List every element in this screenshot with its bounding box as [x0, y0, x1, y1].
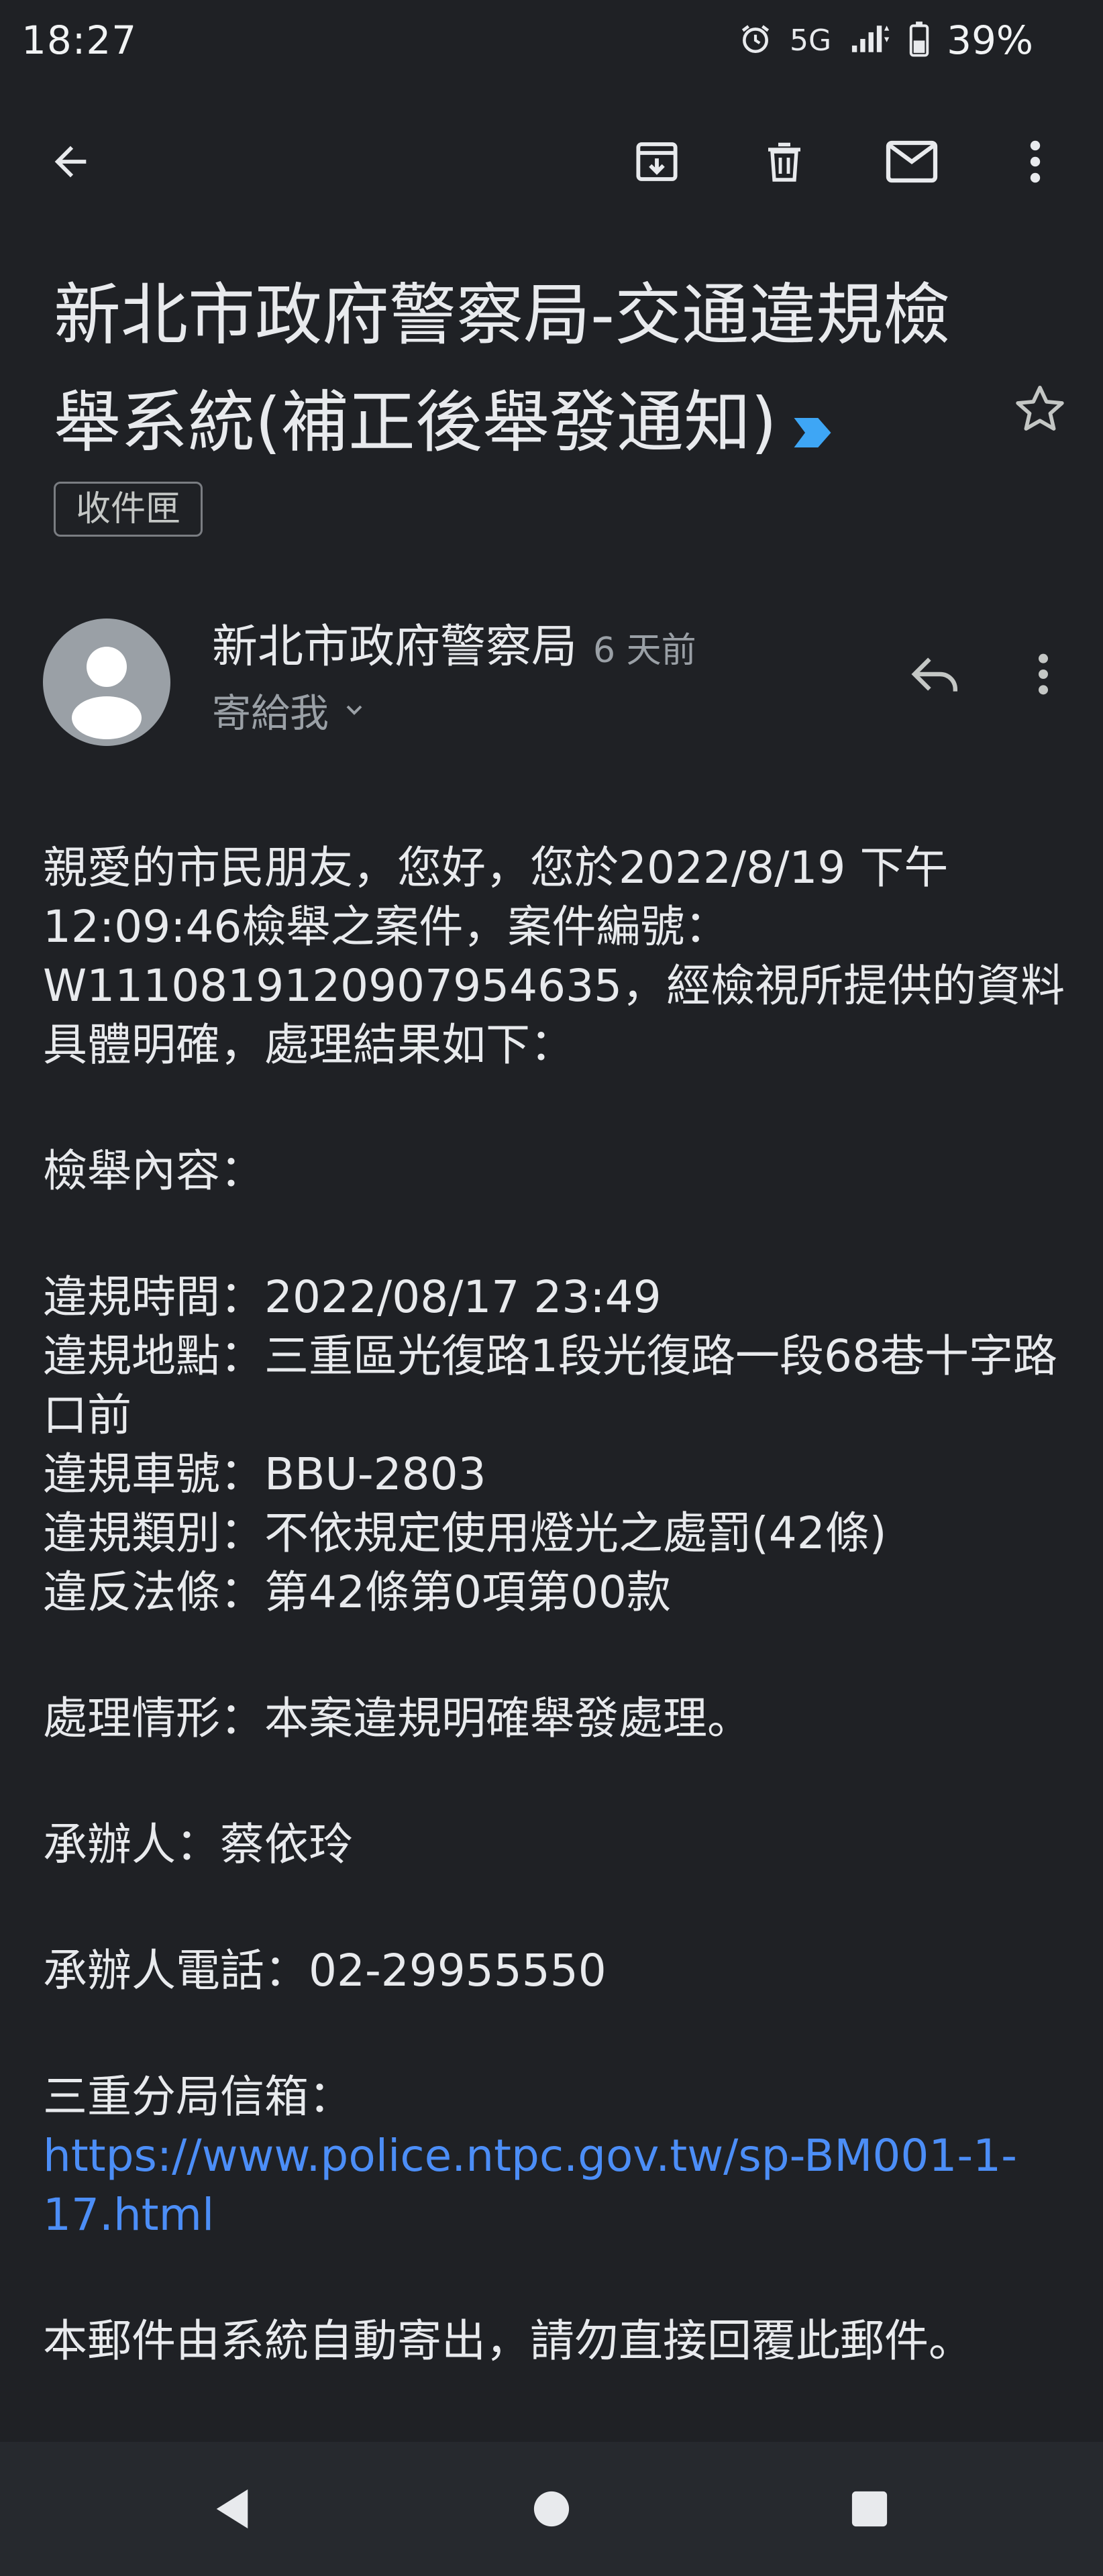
- network-type: 5G: [789, 23, 832, 58]
- status-time: 18:27: [21, 17, 138, 63]
- star-icon[interactable]: [1006, 376, 1073, 443]
- status-indicators: 5G 39%: [739, 17, 1033, 63]
- mark-unread-icon[interactable]: [882, 131, 942, 192]
- more-vert-icon[interactable]: [1005, 131, 1065, 192]
- email-subject: 新北市政府警察局-交通違規檢舉系統(補正後舉發通知): [54, 262, 980, 481]
- violation-law: 違反法條：第42條第0項第00款: [43, 1566, 671, 1618]
- back-arrow-icon[interactable]: [40, 131, 101, 192]
- nav-back-icon[interactable]: [199, 2475, 266, 2542]
- inbox-label-chip[interactable]: 收件匣: [54, 482, 203, 537]
- report-heading: 檢舉內容：: [43, 1145, 264, 1197]
- nav-home-icon[interactable]: [518, 2475, 585, 2542]
- violation-time: 違規時間：2022/08/17 23:49: [43, 1271, 662, 1323]
- handler-phone: 承辦人電話：02-29955550: [43, 1945, 607, 1996]
- recipient-text: 寄給我: [212, 690, 329, 736]
- handler: 承辦人：蔡依玲: [43, 1819, 353, 1870]
- recipient-toggle[interactable]: 寄給我: [212, 682, 368, 738]
- archive-icon[interactable]: [627, 131, 687, 192]
- alarm-icon: [739, 22, 772, 58]
- signal-icon: [849, 22, 892, 58]
- avatar[interactable]: [43, 619, 170, 746]
- mailbox-line: 三重分局信箱： https://www.police.ntpc.gov.tw/sp…: [43, 2068, 1069, 2245]
- processing-result: 處理情形：本案違規明確舉發處理。: [43, 1693, 751, 1744]
- mailbox-label: 三重分局信箱：: [43, 2071, 353, 2123]
- important-label-icon[interactable]: [790, 374, 835, 481]
- violation-place: 違規地點：三重區光復路1段光復路一段68巷十字路口前: [43, 1330, 1057, 1441]
- violation-category: 違規類別：不依規定使用燈光之處罰(42條): [43, 1507, 887, 1559]
- delete-icon[interactable]: [754, 131, 815, 192]
- mailbox-link[interactable]: https://www.police.ntpc.gov.tw/sp-BM001-…: [43, 2130, 1017, 2241]
- sender-line: 新北市政府警察局 6 天前: [212, 609, 696, 676]
- battery-icon: [909, 21, 929, 60]
- violation-plate: 違規車號：BBU-2803: [43, 1448, 486, 1500]
- body-intro: 親愛的市民朋友，您好，您於2022/8/19 下午12:09:46檢舉之案件，案…: [43, 842, 1065, 1071]
- battery-percent: 39%: [947, 17, 1033, 63]
- chevron-down-icon: [341, 687, 368, 733]
- nav-recents-icon[interactable]: [836, 2475, 903, 2542]
- message-more-icon[interactable]: [1013, 637, 1073, 711]
- sender-name[interactable]: 新北市政府警察局: [212, 621, 577, 674]
- reply-icon[interactable]: [899, 637, 973, 711]
- email-time: 6 天前: [593, 631, 696, 671]
- email-body: 親愛的市民朋友，您好，您於2022/8/19 下午12:09:46檢舉之案件，案…: [43, 839, 1069, 2371]
- footer-note: 本郵件由系統自動寄出，請勿直接回覆此郵件。: [43, 2315, 973, 2367]
